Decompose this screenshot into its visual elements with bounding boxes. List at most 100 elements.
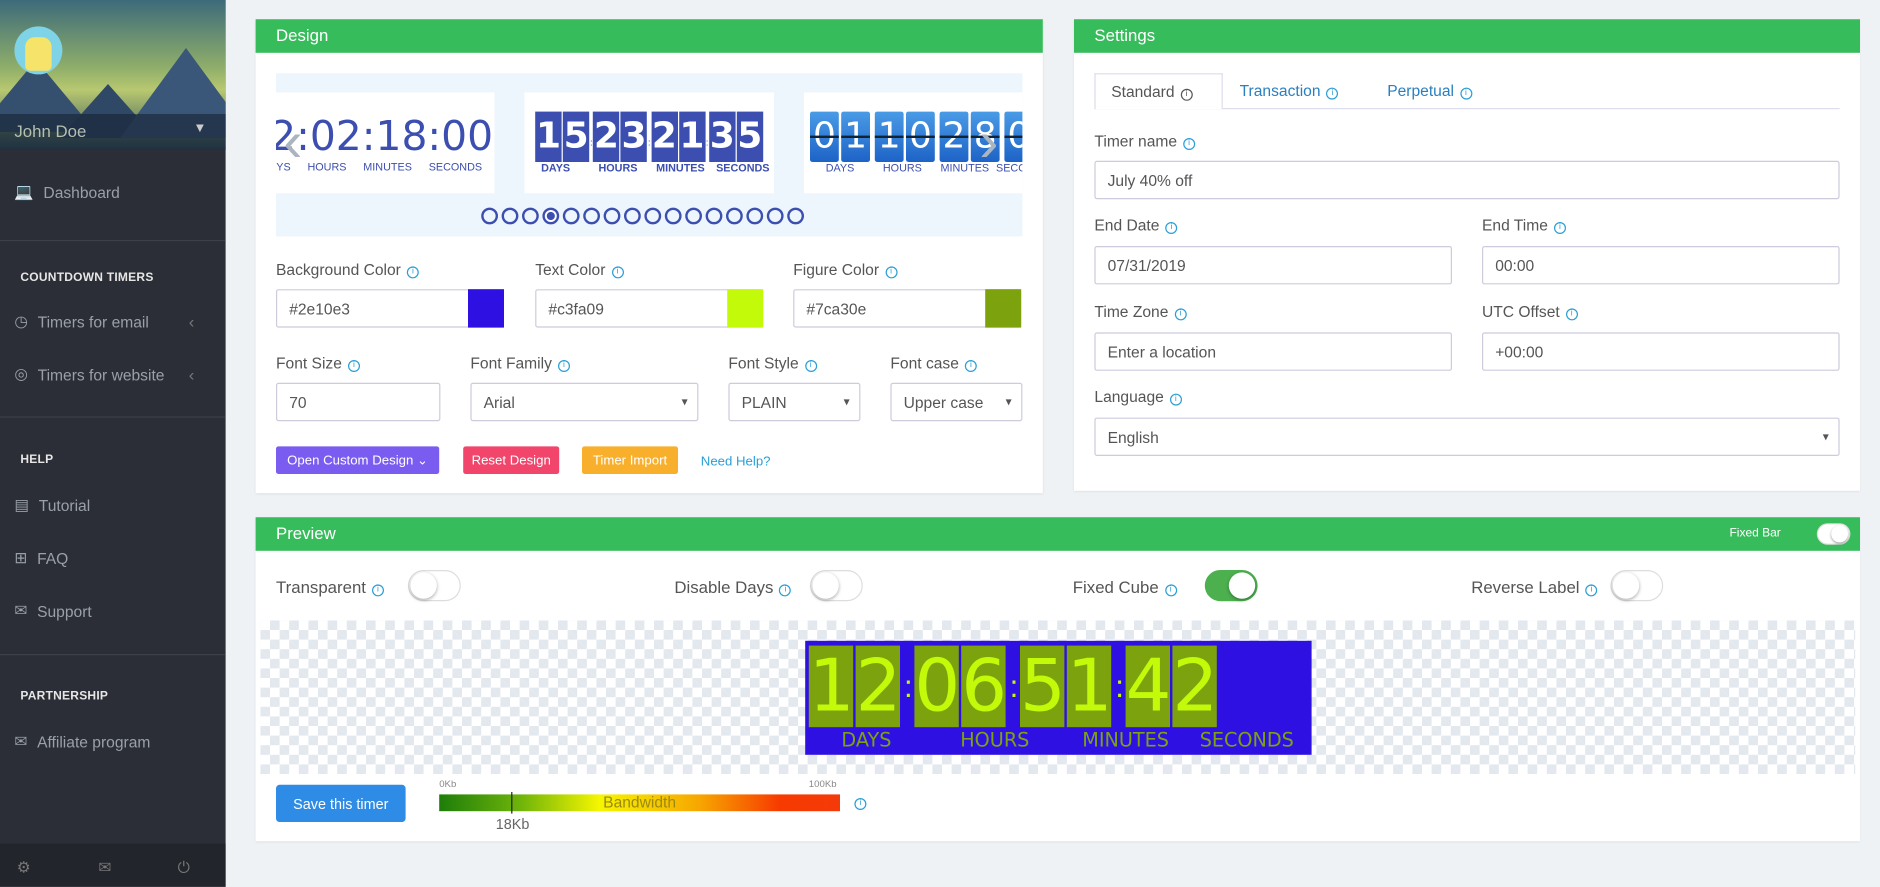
language-label: Language i [1094,388,1182,406]
carousel-dot[interactable] [746,207,764,225]
carousel-dot[interactable] [664,207,682,225]
time-zone-label: Time Zone i [1094,302,1187,321]
carousel-dot[interactable] [705,207,723,225]
tab-perpetual[interactable]: Perpetual i [1387,82,1472,100]
template-slide-1[interactable]: 2:02:18:00 YS HOURS MINUTES SECONDS [276,92,495,194]
end-date-input[interactable]: 07/31/2019 [1094,246,1452,285]
digit: 1 [874,111,904,162]
sidebar-item-timers-email[interactable]: ◷ Timers for email ‹ [14,312,225,331]
section-partnership: PARTNERSHIP [20,690,109,704]
sidebar-item-affiliate[interactable]: ✉ Affiliate program [14,732,150,751]
bg-color-swatch[interactable] [468,289,505,328]
template-slide-2[interactable]: 15:23:21:35 DAYS HOURS MINUTES SECONDS [524,92,775,194]
sidebar-item-timers-website[interactable]: ◎ Timers for website ‹ [14,365,225,384]
sidebar-item-dashboard[interactable]: 💻 Dashboard [14,182,119,201]
preview-title: Preview [255,517,1861,551]
carousel-dot[interactable] [644,207,662,225]
carousel-dots [481,207,805,225]
design-title: Design [255,19,1043,53]
toggle-switch[interactable] [810,570,863,602]
info-icon: i [1459,87,1472,100]
font-style-select[interactable]: PLAIN [728,382,861,422]
file-icon: ▤ [14,495,30,514]
timer-digit: 2 [1172,644,1219,729]
info-icon: i [1165,222,1178,235]
carousel-dot[interactable] [787,207,805,225]
language-select[interactable]: English [1094,417,1840,457]
avatar[interactable] [14,26,63,75]
carousel-next-icon[interactable]: › [979,113,998,171]
text-color-label: Text Color i [535,260,624,279]
carousel-dot[interactable] [542,207,560,225]
font-case-label: Font case i [890,354,977,372]
reset-design-button[interactable]: Reset Design [463,446,560,475]
carousel-dot[interactable] [583,207,600,225]
timer-digit: 0 [914,644,961,729]
carousel-dot[interactable] [501,207,519,225]
tab-transaction[interactable]: Transaction i [1240,82,1339,100]
label: Timers for email [37,312,149,331]
design-carousel: 2:02:18:00 YS HOURS MINUTES SECONDS 15:23:2… [276,73,1023,237]
toggle-switch[interactable] [408,570,461,602]
timer-import-button[interactable]: Timer Import [582,446,678,475]
sidebar-item-tutorial[interactable]: ▤ Tutorial [14,496,90,515]
digit: 5 [736,111,764,162]
info-icon: i [611,266,624,279]
gear-icon[interactable]: ⚙ [17,858,31,877]
tab-standard[interactable]: Standard i [1094,73,1223,110]
digit: 2 [593,111,620,162]
carousel-dot[interactable] [766,207,784,225]
preview-card: Preview Fixed Bar Transparent i Disable Da… [255,517,1861,842]
clock-icon: ◷ [14,312,29,330]
sidebar-item-faq[interactable]: ⊞ FAQ [14,548,68,567]
sidebar-footer: ⚙ ✉ ⏻ [0,843,226,887]
digit: 0 [810,111,839,162]
carousel-dot[interactable] [562,207,580,225]
envelope-open-icon: ✉ [14,601,28,620]
fixed-bar-toggle[interactable] [1816,523,1851,545]
digit: 1 [678,111,706,162]
figure-color-swatch[interactable] [985,289,1022,328]
info-icon: i [964,360,977,372]
need-help-link[interactable]: Need Help? [701,455,771,469]
chevron-down-icon: ⌄ [417,453,429,469]
info-icon[interactable]: i [854,798,867,811]
info-icon: i [1180,88,1193,101]
laptop-icon: 💻 [14,182,34,201]
carousel-dot[interactable] [726,207,743,225]
table-icon: ⊞ [14,548,28,567]
save-timer-button[interactable]: Save this timer [276,784,406,823]
timer-name-input[interactable]: July 40% off [1094,160,1840,200]
carousel-dot[interactable] [522,207,539,225]
end-time-input[interactable]: 00:00 [1482,246,1840,285]
toggle-switch[interactable] [1610,570,1664,602]
carousel-dot[interactable] [624,207,641,225]
label: Support [37,601,92,620]
user-menu[interactable]: John Doe ▼ [0,114,226,150]
envelope-open-icon: ✉ [14,732,28,750]
digit: 3 [620,111,648,162]
carousel-dot[interactable] [685,207,702,225]
font-case-select[interactable]: Upper case [890,382,1023,422]
section-help: HELP [20,453,54,467]
carousel-dot[interactable] [603,207,621,225]
sidebar: John Doe ▼ 💻 Dashboard COUNTDOWN TIMERS ◷… [0,0,226,887]
mail-icon[interactable]: ✉ [98,858,111,877]
text-color-swatch[interactable] [727,289,764,328]
utc-offset-input[interactable]: +00:00 [1482,332,1840,371]
toggle-switch[interactable] [1204,570,1258,602]
timer-digit: 2 [855,644,902,729]
time-zone-input[interactable]: Enter a location [1094,332,1452,371]
carousel-dot[interactable] [481,207,499,225]
section-countdown-timers: COUNTDOWN TIMERS [20,271,154,285]
carousel-prev-icon[interactable]: ‹ [283,113,302,171]
utc-offset-label: UTC Offset i [1482,302,1578,321]
power-icon[interactable]: ⏻ [178,858,190,877]
font-family-select[interactable]: Arial [470,382,699,422]
design-card: Design 2:02:18:00 YS HOURS MINUTES SECONDS … [255,19,1043,494]
sidebar-item-support[interactable]: ✉ Support [14,601,91,620]
font-size-input[interactable]: 70 [276,382,441,422]
preview-timer: 12:06:51:42 DAYS HOURS MINUTES SECONDS [805,640,1312,755]
open-custom-design-button[interactable]: Open Custom Design ⌄ [276,446,440,475]
digit: 0 [1004,111,1023,162]
